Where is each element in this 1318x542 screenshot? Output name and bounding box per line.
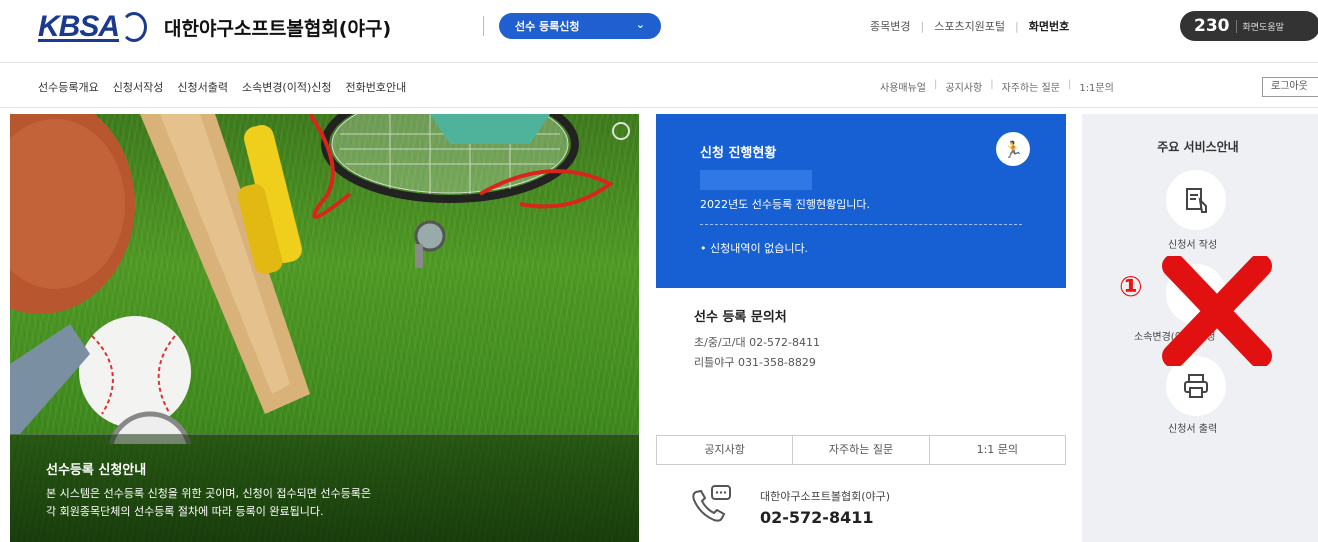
annotation-number: ① [1119, 270, 1143, 303]
link-separator: | [1015, 19, 1019, 33]
board-tabs: 공지사항 자주하는 질문 1:1 문의 [656, 435, 1066, 465]
tab-inquiry[interactable]: 1:1 문의 [930, 436, 1065, 464]
service-label-print[interactable]: 신청서 출력 [1168, 420, 1217, 435]
contact-line-little-league: 리틀야구 031-358-8829 [694, 356, 816, 369]
link-separator: | [920, 19, 925, 33]
kbsa-logo[interactable]: KBSA [38, 10, 148, 44]
chevron-down-icon: ⌄ [635, 18, 645, 31]
contact-line-school: 초/중/고/대 02-572-8411 [694, 336, 821, 349]
banner-title: 선수등록 신청안내 [46, 463, 147, 478]
remote-help: 화면도움말 [1235, 19, 1284, 33]
service-label-write[interactable]: 신청서 작성 [1168, 236, 1217, 251]
logo-mark [121, 12, 148, 42]
hero-image: 선수등록 신청안내 본 시스템은 선수등록 신청을 위한 곳이며, 신청이 접수… [10, 114, 639, 542]
link-inquiry[interactable]: 1:1문의 [1079, 79, 1114, 94]
link-separator: | [1067, 79, 1072, 90]
register-dropdown-label: 선수 등록신청 [515, 20, 580, 33]
logout-button[interactable]: 로그아웃 [1262, 77, 1318, 97]
utility-links: 사용매뉴얼 | 공지사항 | 자주하는 질문 | 1:1문의 [880, 79, 1114, 94]
link-change-sport[interactable]: 종목변경 [870, 18, 910, 34]
menu-application-write[interactable]: 신청서작성 [113, 79, 164, 95]
contact-title: 선수 등록 문의처 [694, 310, 787, 325]
top-links: 종목변경 | 스포츠지원포털 | 화면번호 [870, 18, 1069, 34]
remote-support-badge[interactable]: 230 화면도움말 [1180, 11, 1318, 41]
progress-year-text: 2022년도 선수등록 진행현황입니다. [700, 198, 871, 211]
progress-title: 신청 진행현황 [700, 146, 777, 161]
link-separator: | [990, 79, 994, 90]
link-faq[interactable]: 자주하는 질문 [1002, 79, 1060, 94]
banner-line: 본 시스템은 선수등록 신청을 위한 곳이며, 신청이 접수되면 선수등록은 [46, 487, 371, 500]
runner-icon[interactable]: 🏃 [996, 132, 1030, 166]
redaction-box [700, 170, 812, 190]
main-menu: 선수등록개요 신청서작성 신청서출력 소속변경(이적)신청 전화번호안내 [38, 79, 420, 95]
top-header: KBSA 대한야구소프트볼협회(야구) 선수 등록신청 ⌄ 종목변경 | 스포츠… [0, 0, 1318, 62]
application-progress-panel: 신청 진행현황 🏃 2022년도 선수등록 진행현황입니다. • 신청내역이 없… [656, 114, 1066, 288]
sports-equipment-illustration [10, 114, 614, 444]
red-x-mark-icon [1162, 256, 1272, 366]
banner-line: 각 회원종목단체의 선수등록 절차에 따라 등록이 완료됩니다. [46, 505, 324, 518]
hero-banner: 선수등록 신청안내 본 시스템은 선수등록 신청을 위한 곳이며, 신청이 접수… [10, 434, 639, 542]
header-divider [483, 16, 484, 36]
menu-transfer-request[interactable]: 소속변경(이적)신청 [242, 79, 332, 95]
phone-contact: 대한야구소프트볼협회(야구) 02-572-8411 [656, 470, 1066, 542]
tab-notice[interactable]: 공지사항 [657, 436, 794, 464]
link-sports-portal[interactable]: 스포츠지원포털 [934, 18, 1005, 34]
remote-number: 230 [1194, 16, 1230, 36]
org-name: 대한야구소프트볼협회(야구) [164, 18, 392, 40]
phone-chat-icon [690, 484, 731, 524]
refresh-icon[interactable] [612, 122, 630, 140]
link-manual[interactable]: 사용매뉴얼 [880, 79, 926, 94]
contact-info: 선수 등록 문의처 초/중/고/대 02-572-8411 리틀야구 031-3… [656, 290, 1066, 430]
sub-navigation: 선수등록개요 신청서작성 신청서출력 소속변경(이적)신청 전화번호안내 사용매… [0, 62, 1318, 108]
menu-phone-guide[interactable]: 전화번호안내 [346, 79, 407, 95]
logo-text: KBSA [38, 10, 120, 43]
phone-number: 02-572-8411 [760, 508, 874, 527]
service-title: 주요 서비스안내 [1157, 140, 1239, 154]
link-notice[interactable]: 공지사항 [945, 79, 982, 94]
remote-label: 화면번호 [1028, 20, 1070, 33]
progress-empty-text: • 신청내역이 없습니다. [700, 242, 809, 255]
tab-faq[interactable]: 자주하는 질문 [793, 436, 930, 464]
register-dropdown[interactable]: 선수 등록신청 ⌄ [499, 13, 661, 39]
link-separator: | [934, 79, 938, 90]
menu-application-print[interactable]: 신청서출력 [177, 79, 228, 95]
banner-text: 본 시스템은 선수등록 신청을 위한 곳이며, 신청이 접수되면 선수등록은 각… [46, 485, 371, 521]
dashed-divider [700, 224, 1022, 225]
phone-org: 대한야구소프트볼협회(야구) [760, 490, 891, 503]
menu-registration-overview[interactable]: 선수등록개요 [38, 79, 99, 95]
document-edit-icon[interactable] [1166, 170, 1226, 230]
